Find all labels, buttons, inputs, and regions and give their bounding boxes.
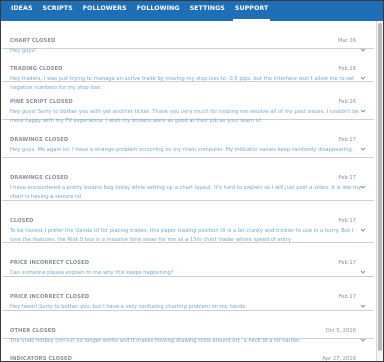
- ticket-row[interactable]: PINE SCRIPT CLOSED Feb 26 Hey guys! Sorry …: [2, 82, 374, 124]
- ticket-date: Feb 17: [338, 294, 356, 300]
- ticket-subject: CLOSED: [10, 218, 34, 224]
- ticket-date: Feb 17: [338, 260, 356, 266]
- ticket-row[interactable]: DRAWINGS CLOSED Feb 17 Hey guys. Me again …: [2, 120, 374, 158]
- ticket-date: Feb 17: [338, 218, 356, 224]
- ticket-header: DRAWINGS CLOSED Feb 17: [10, 135, 366, 151]
- ticket-date: Feb 17: [338, 175, 356, 181]
- ticket-subject: PINE SCRIPT CLOSED: [10, 99, 73, 105]
- ticket-row[interactable]: CLOSED Feb 17 To be honest I prefer the Oa…: [2, 201, 374, 243]
- ticket-header: TRADING CLOSED Feb 26: [10, 64, 366, 80]
- ticket-meta: Feb 26: [338, 66, 366, 80]
- ticket-header: PINE SCRIPT CLOSED Feb 26: [10, 97, 366, 113]
- tab-followers[interactable]: FOLLOWERS: [79, 1, 131, 21]
- ticket-preview[interactable]: Hey guys. Me again lol. I have a strange…: [10, 146, 366, 155]
- ticket-header: INDICATORS CLOSED Apr 27, 2016: [10, 354, 366, 361]
- chevron-down-icon[interactable]: [360, 137, 366, 151]
- tab-ideas[interactable]: IDEAS: [7, 1, 37, 21]
- chevron-down-icon[interactable]: [360, 66, 366, 80]
- profile-nav-bar: IDEAS SCRIPTS FOLLOWERS FOLLOWING SETTIN…: [1, 1, 383, 21]
- ticket-row[interactable]: PRICE INCORRECT CLOSED Feb 17 Hey team! So…: [2, 277, 374, 311]
- chevron-down-icon[interactable]: [360, 294, 366, 308]
- chevron-down-icon[interactable]: [360, 38, 366, 52]
- ticket-date: Apr 27, 2016: [322, 356, 356, 361]
- chevron-down-icon[interactable]: [360, 99, 366, 113]
- ticket-meta: Feb 17: [338, 294, 366, 308]
- ticket-preview[interactable]: I have encountered a pretty bizarre bug …: [10, 184, 366, 203]
- ticket-header: CHART CLOSED Mar 26: [10, 36, 366, 52]
- support-ticket-list: CHART CLOSED Mar 26 Hey guys! TRADING CLOSE…: [2, 21, 374, 361]
- ticket-row[interactable]: CHART CLOSED Mar 26 Hey guys!: [2, 21, 374, 54]
- ticket-row[interactable]: INDICATORS CLOSEDApr 27, 2016Hey guys, I…: [2, 339, 374, 361]
- ticket-header: OTHER CLOSED Oct 5, 2016: [10, 326, 366, 342]
- ticket-date: Mar 26: [337, 38, 356, 44]
- ticket-subject: TRADING CLOSED: [10, 66, 63, 72]
- tab-settings[interactable]: SETTINGS: [186, 1, 229, 21]
- ticket-subject: DRAWINGS CLOSED: [10, 137, 69, 143]
- ticket-meta: Feb 17: [338, 175, 366, 189]
- ticket-subject: PRICE INCORRECT CLOSED: [10, 260, 90, 266]
- vertical-scrollbar[interactable]: [376, 21, 383, 361]
- ticket-header: DRAWINGS CLOSED Feb 17: [10, 173, 366, 189]
- ticket-row[interactable]: OTHER CLOSED Oct 5, 2016 The undo hotkey (…: [2, 311, 374, 344]
- tab-scripts[interactable]: SCRIPTS: [39, 1, 77, 21]
- ticket-header: CLOSED Feb 17: [10, 216, 366, 232]
- ticket-date: Feb 17: [338, 137, 356, 143]
- ticket-meta: Feb 17: [338, 260, 366, 274]
- ticket-meta: Feb 26: [338, 99, 366, 113]
- ticket-meta: Oct 5, 2016: [325, 328, 366, 342]
- ticket-header: PRICE INCORRECT CLOSED Feb 17: [10, 258, 366, 274]
- ticket-date: Feb 26: [338, 66, 356, 72]
- scrollbar-thumb[interactable]: [378, 23, 382, 351]
- ticket-meta: Apr 27, 2016: [322, 356, 366, 361]
- chevron-down-icon[interactable]: [360, 175, 366, 189]
- ticket-subject: CHART CLOSED: [10, 38, 56, 44]
- tab-support[interactable]: SUPPORT: [231, 1, 272, 21]
- ticket-header: PRICE INCORRECT CLOSED Feb 17: [10, 292, 366, 308]
- ticket-meta: Feb 17: [338, 218, 366, 232]
- ticket-row[interactable]: PRICE INCORRECT CLOSED Feb 17 Can someone …: [2, 243, 374, 277]
- ticket-row[interactable]: TRADING CLOSED Feb 26 Hey traders, I was j…: [2, 49, 374, 91]
- ticket-row[interactable]: DRAWINGS CLOSED Feb 17 I have encountered …: [2, 158, 374, 201]
- tab-following[interactable]: FOLLOWING: [133, 1, 184, 21]
- chevron-down-icon[interactable]: [360, 260, 366, 274]
- support-panel: IDEAS SCRIPTS FOLLOWERS FOLLOWING SETTIN…: [0, 0, 384, 362]
- ticket-subject: OTHER CLOSED: [10, 328, 56, 334]
- chevron-down-icon[interactable]: [360, 328, 366, 342]
- ticket-meta: Feb 17: [338, 137, 366, 151]
- chevron-down-icon[interactable]: [360, 356, 366, 361]
- ticket-meta: Mar 26: [337, 38, 366, 52]
- ticket-subject: DRAWINGS CLOSED: [10, 175, 69, 181]
- chevron-down-icon[interactable]: [360, 218, 366, 232]
- ticket-subject: PRICE INCORRECT CLOSED: [10, 294, 90, 300]
- ticket-date: Feb 26: [338, 99, 356, 105]
- ticket-date: Oct 5, 2016: [325, 328, 356, 334]
- ticket-subject: INDICATORS CLOSED: [10, 356, 73, 361]
